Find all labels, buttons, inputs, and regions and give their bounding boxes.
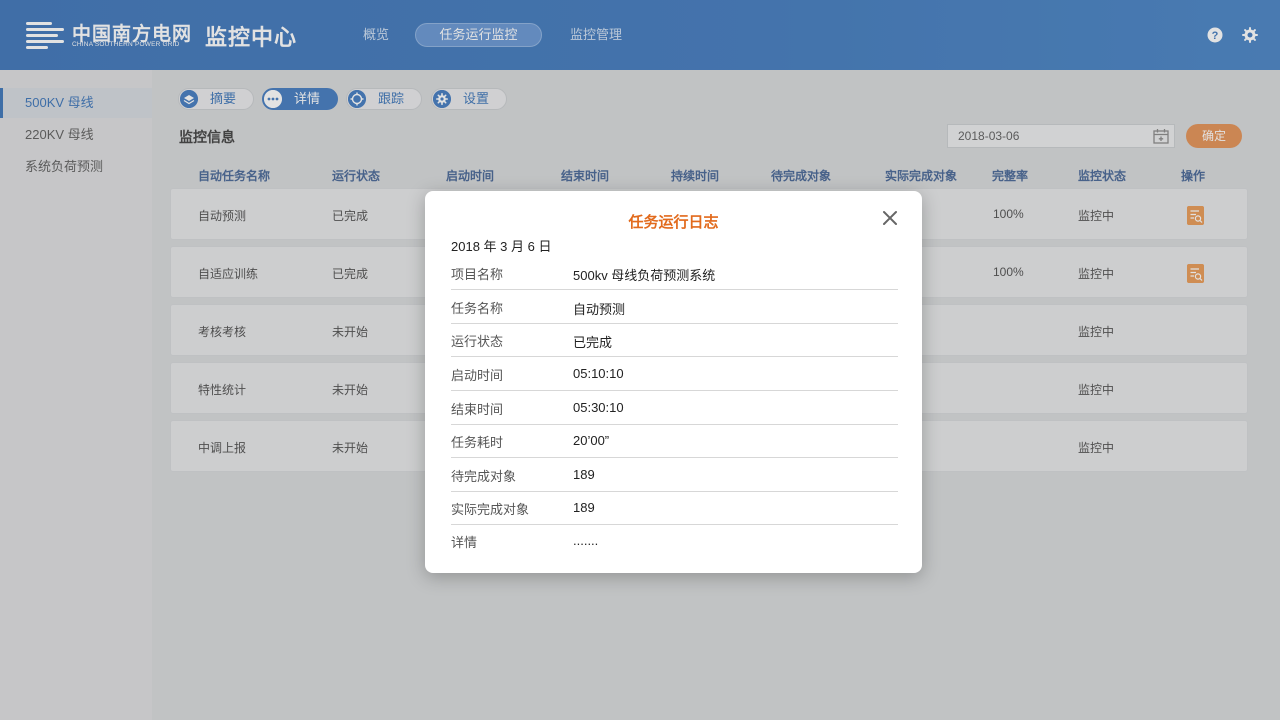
modal-date: 2018 年 3 月 6 日 bbox=[451, 239, 552, 254]
log-field-value: ....... bbox=[573, 533, 599, 548]
log-field-row: 待完成对象 189 bbox=[451, 458, 898, 492]
log-field-key: 详情 bbox=[451, 535, 478, 550]
log-field-value: 500kv 母线负荷预测系统 bbox=[573, 268, 716, 283]
log-field-key: 任务名称 bbox=[451, 301, 504, 316]
log-field-row: 项目名称 500kv 母线负荷预测系统 bbox=[451, 256, 898, 290]
log-field-value: 已完成 bbox=[573, 335, 613, 350]
modal-title: 任务运行日志 bbox=[628, 214, 719, 231]
log-field-row: 运行状态 已完成 bbox=[451, 323, 898, 357]
log-field-row: 结束时间 05:30:10 bbox=[451, 391, 898, 425]
log-field-key: 任务耗时 bbox=[451, 435, 504, 450]
log-field-value: 189 bbox=[573, 467, 595, 482]
log-field-value: 05:30:10 bbox=[573, 400, 624, 415]
task-log-modal: 任务运行日志 2018 年 3 月 6 日 项目名称 500kv 母线负荷预测系… bbox=[425, 191, 922, 573]
log-field-value: 05:10:10 bbox=[573, 366, 624, 381]
log-field-key: 项目名称 bbox=[451, 267, 504, 282]
log-field-row: 任务耗时 20’00” bbox=[451, 424, 898, 458]
log-field-value: 20’00” bbox=[573, 433, 610, 448]
log-field-key: 启动时间 bbox=[451, 368, 504, 383]
log-field-row: 详情 ....... bbox=[451, 524, 898, 558]
log-field-row: 实际完成对象 189 bbox=[451, 491, 898, 525]
log-field-value: 189 bbox=[573, 500, 595, 515]
close-icon[interactable] bbox=[881, 209, 899, 227]
log-field-key: 结束时间 bbox=[451, 402, 504, 417]
log-field-key: 实际完成对象 bbox=[451, 502, 530, 517]
log-field-row: 启动时间 05:10:10 bbox=[451, 357, 898, 391]
log-field-key: 待完成对象 bbox=[451, 469, 517, 484]
log-field-value: 自动预测 bbox=[573, 302, 626, 317]
log-field-row: 任务名称 自动预测 bbox=[451, 290, 898, 324]
log-field-key: 运行状态 bbox=[451, 334, 504, 349]
